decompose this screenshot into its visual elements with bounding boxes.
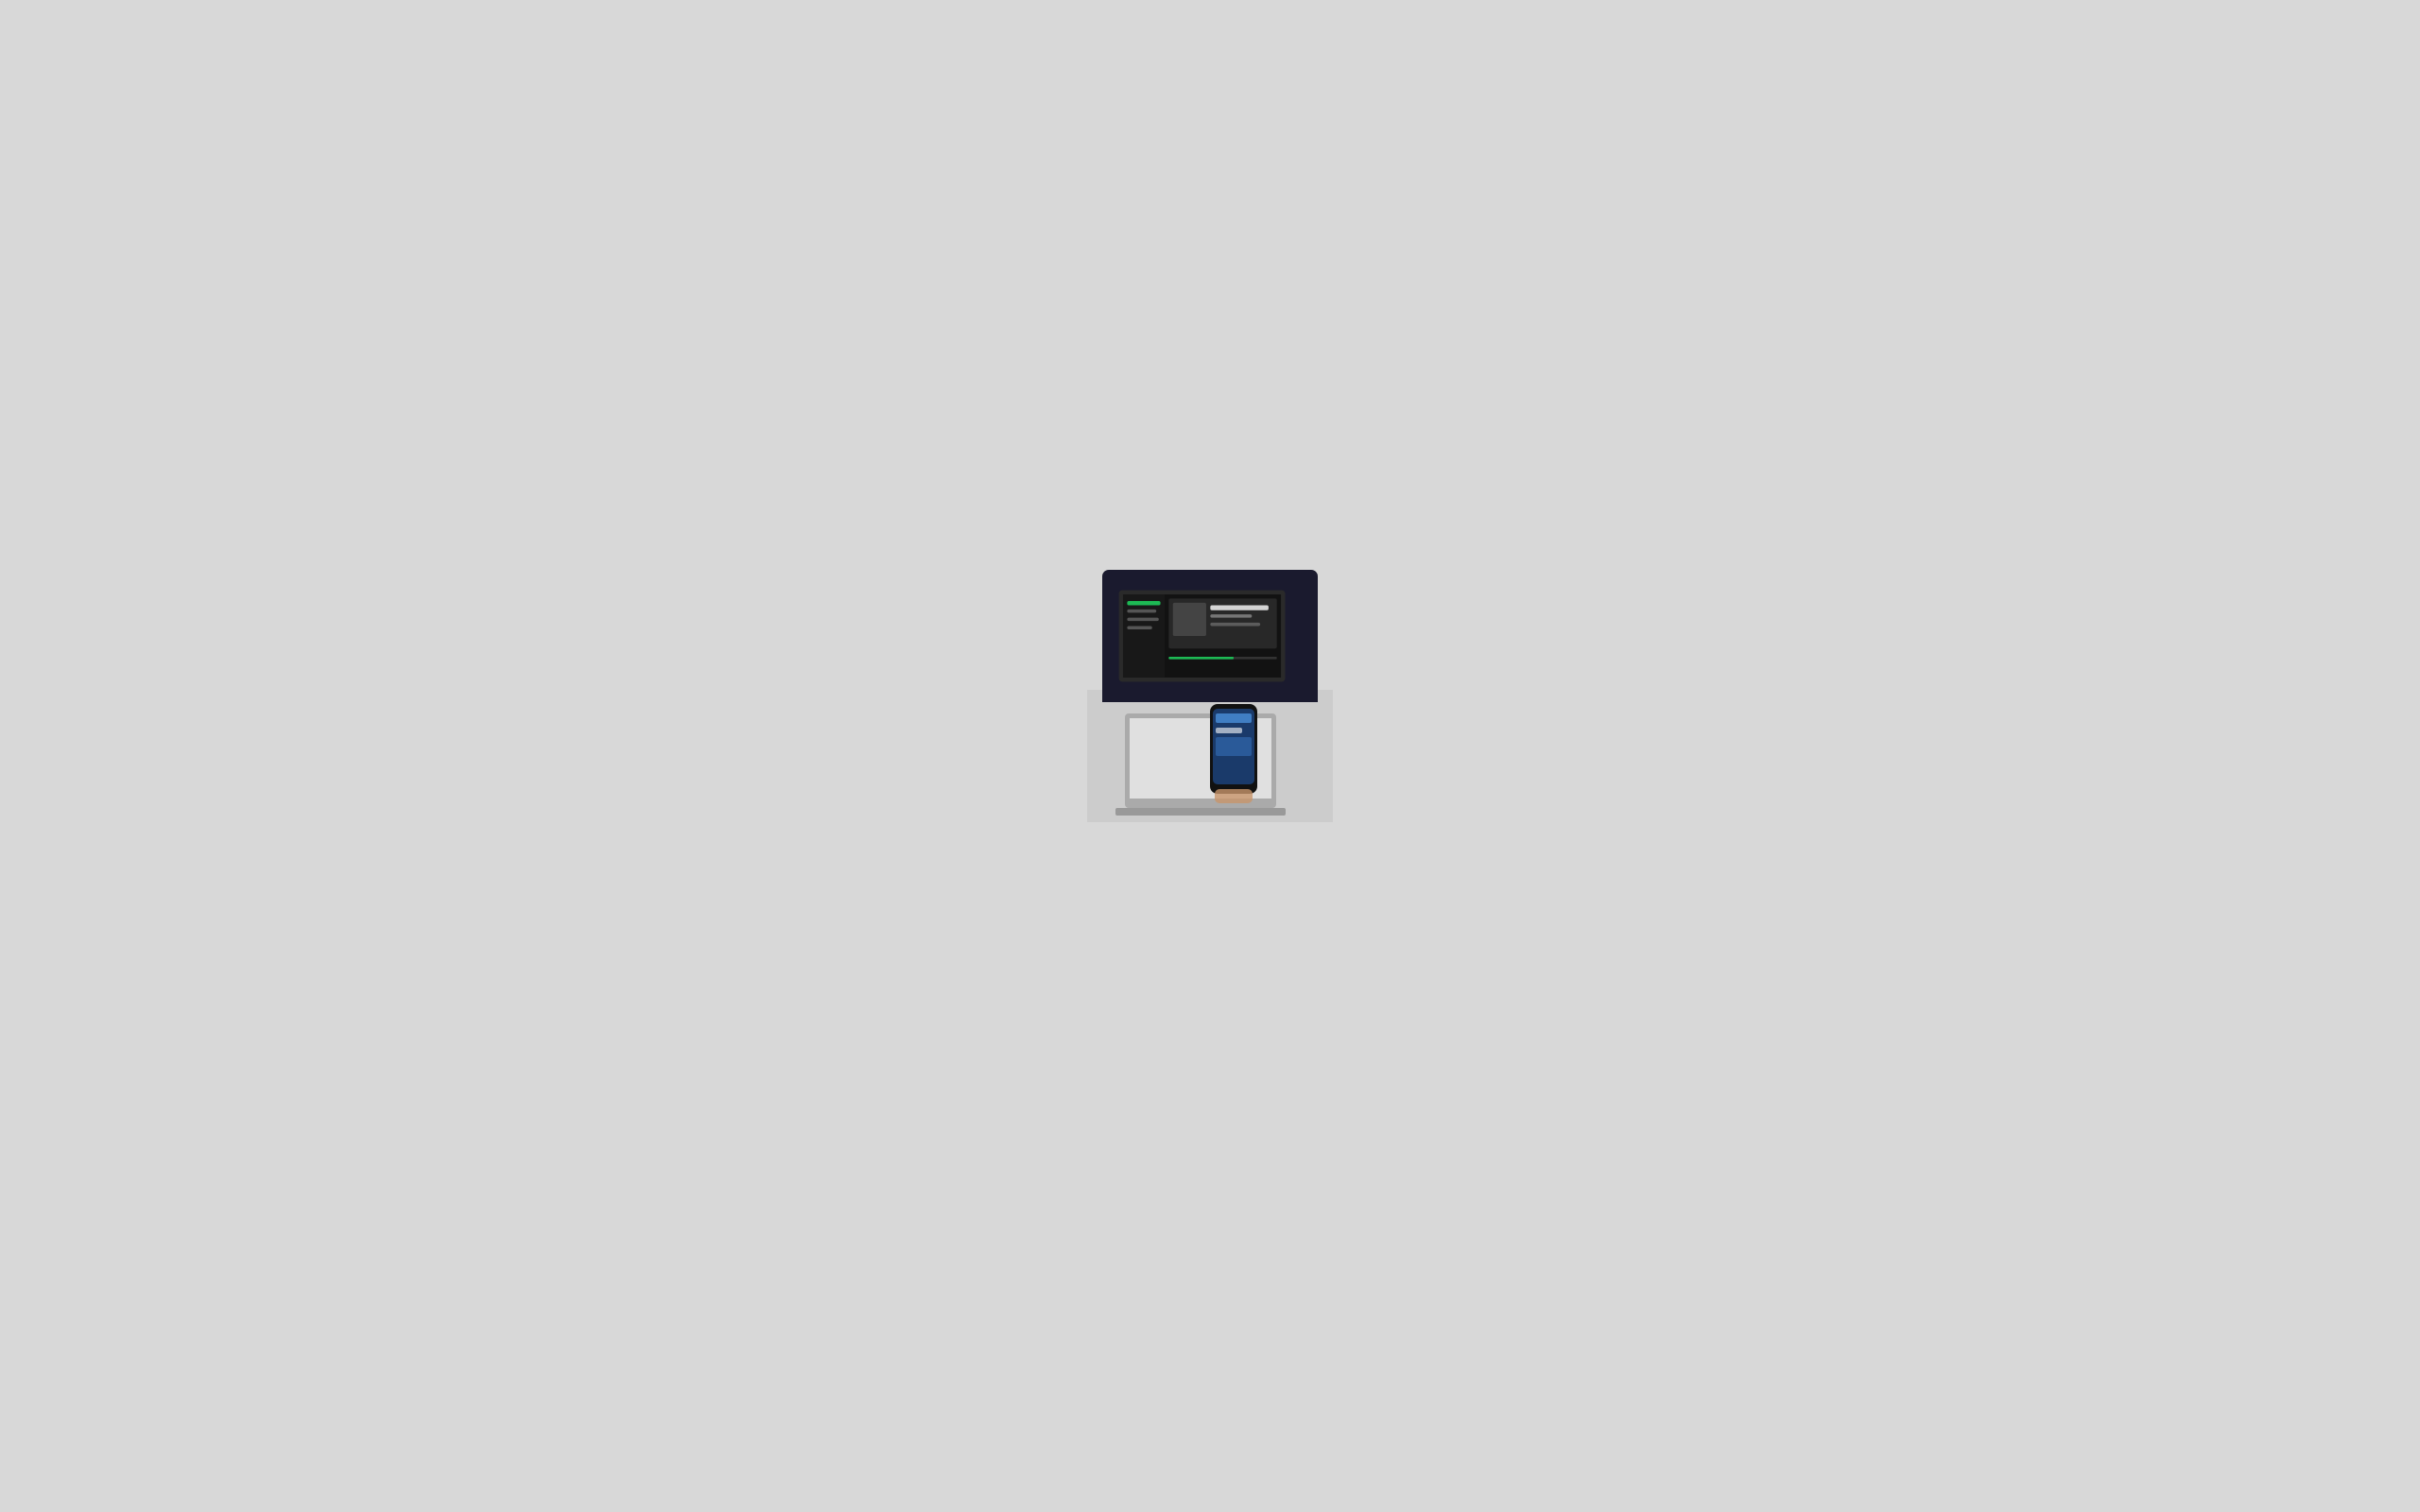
website: Lee Design Studio About Projects ••• Bui…: [0, 43, 2420, 1042]
project-thumb-spotify: [1102, 570, 1319, 702]
project-grid: 🌸 Weather Monitor App Mobile: [868, 569, 1552, 1005]
project-card-weather[interactable]: 🌸 Weather Monitor App Mobile: [868, 569, 1086, 781]
project-thumb-weather: [868, 569, 1086, 781]
content-area: Lee Design Studio Hi, I'm Stephanie Lee,…: [841, 328, 1579, 1042]
